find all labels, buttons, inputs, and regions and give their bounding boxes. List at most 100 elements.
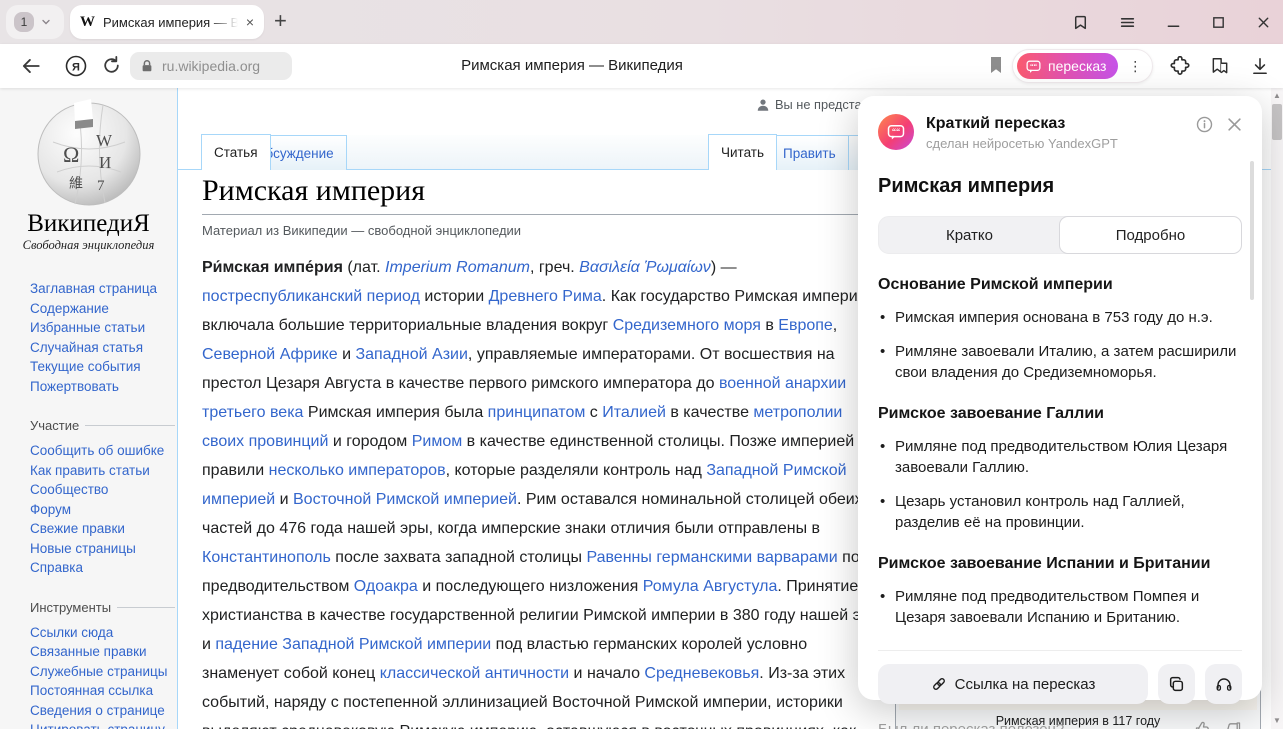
mode-tab-detailed[interactable]: Подробно	[1059, 216, 1242, 254]
article-link[interactable]: падение Западной Римской империи	[215, 636, 491, 653]
panel-article-title: Римская империя	[878, 175, 1242, 198]
sidebar-link[interactable]: Сведения о странице	[30, 701, 177, 721]
article-paragraph: Ри́мская импе́рия (лат. Imperium Romanum…	[202, 253, 882, 729]
article-link[interactable]: Равенны германскими варварами	[586, 549, 837, 566]
sidebar-link[interactable]: Новые страницы	[30, 539, 177, 559]
article-link[interactable]: Imperium Romanum	[385, 259, 530, 276]
article-link[interactable]: Ромула Августула	[643, 578, 778, 595]
wikipedia-globe-logo[interactable]: Ω W И 維 7	[33, 98, 145, 208]
collections-icon[interactable]	[1210, 56, 1230, 76]
copy-icon	[1168, 676, 1185, 693]
tab-edit[interactable]: Править	[770, 135, 849, 170]
listen-button[interactable]	[1205, 664, 1242, 704]
feedback-prompt: Был ли пересказ полезен?	[878, 721, 1064, 729]
quote-bubble-icon: ““	[1025, 58, 1042, 75]
chevron-down-icon	[40, 16, 52, 28]
article-link[interactable]: Западной Азии	[355, 346, 467, 363]
article-link[interactable]: Европе	[778, 317, 833, 334]
scrollbar-thumb[interactable]	[1272, 104, 1282, 140]
article-link[interactable]: Восточной Римской империей	[293, 491, 517, 508]
reload-icon[interactable]	[101, 55, 122, 76]
scroll-up-icon[interactable]: ▲	[1271, 88, 1283, 102]
extensions-icon[interactable]	[1170, 56, 1190, 76]
sidebar-link[interactable]: Связанные правки	[30, 642, 177, 662]
quote-bubble-icon: ““	[886, 122, 906, 142]
minimize-icon[interactable]	[1166, 15, 1181, 30]
article-link[interactable]: Βασιλεία Ῥωμαίων	[579, 259, 711, 276]
side-panel-icon[interactable]	[1072, 14, 1089, 31]
article-link[interactable]: классической античности	[380, 665, 569, 682]
tab-article[interactable]: Статья	[201, 134, 271, 170]
mode-switcher: Кратко Подробно	[878, 216, 1242, 254]
sidebar-link[interactable]: Постоянная ссылка	[30, 681, 177, 701]
address-bar[interactable]: ru.wikipedia.org	[130, 52, 292, 80]
sidebar-link[interactable]: Как править статьи	[30, 461, 177, 481]
svg-text:И: И	[99, 153, 111, 172]
close-panel-icon[interactable]	[1227, 117, 1242, 132]
sidebar-link[interactable]: Свежие правки	[30, 519, 177, 539]
info-icon[interactable]	[1196, 116, 1213, 133]
sidebar-link[interactable]: Пожертвовать	[30, 377, 177, 397]
tab-counter-button[interactable]: 1	[6, 5, 64, 39]
wikipedia-favicon: W	[80, 14, 95, 31]
sidebar-link[interactable]: Форум	[30, 500, 177, 520]
sidebar-link[interactable]: Справка	[30, 558, 177, 578]
copy-link-button[interactable]: Ссылка на пересказ	[878, 664, 1148, 704]
yandex-home-icon[interactable]: Я	[64, 54, 88, 78]
sidebar-link[interactable]: Ссылки сюда	[30, 623, 177, 643]
retell-button-label: пересказ	[1048, 58, 1106, 74]
article-link[interactable]: Древнего Рима	[489, 288, 602, 305]
svg-text:7: 7	[97, 178, 105, 194]
maximize-icon[interactable]	[1211, 15, 1226, 30]
sidebar-link[interactable]: Текущие события	[30, 357, 177, 377]
browser-tab[interactable]: W Римская империя — В ×	[70, 5, 264, 39]
bookmark-icon[interactable]	[988, 56, 1004, 74]
back-icon[interactable]	[20, 55, 42, 77]
sidebar-link[interactable]: Заглавная страница	[30, 279, 177, 299]
summary-bullet: Римляне под предводительством Юлия Цезар…	[878, 436, 1242, 478]
summary-bullet: Римская империя основана в 753 году до н…	[878, 307, 1242, 328]
sidebar-link[interactable]: Случайная статья	[30, 338, 177, 358]
article-link[interactable]: Средиземного моря	[613, 317, 761, 334]
scroll-down-icon[interactable]: ▼	[1271, 713, 1283, 727]
panel-divider	[878, 650, 1242, 651]
new-tab-button[interactable]: +	[274, 8, 287, 34]
article-link[interactable]: несколько императоров	[269, 462, 446, 479]
sidebar-link[interactable]: Служебные страницы	[30, 662, 177, 682]
sidebar-link[interactable]: Сообщить об ошибке	[30, 441, 177, 461]
tab-close-icon[interactable]: ×	[246, 15, 254, 29]
article-link[interactable]: Средневековья	[644, 665, 759, 682]
page-scrollbar[interactable]: ▲ ▼	[1271, 88, 1283, 729]
tab-read[interactable]: Читать	[708, 134, 777, 170]
thumbs-up-icon[interactable]	[1194, 720, 1212, 729]
article-link[interactable]: Римом	[412, 433, 463, 450]
menu-icon[interactable]	[1119, 14, 1136, 31]
copy-text-button[interactable]	[1158, 664, 1195, 704]
summary-bullet: Римляне завоевали Италию, а затем расшир…	[878, 341, 1242, 383]
sidebar-link[interactable]: Содержание	[30, 299, 177, 319]
article-link[interactable]: Северной Африке	[202, 346, 338, 363]
sidebar-link[interactable]: Сообщество	[30, 480, 177, 500]
thumbs-down-icon[interactable]	[1224, 720, 1242, 729]
retell-menu-icon[interactable]: ⋮	[1128, 64, 1142, 69]
mode-tab-brief[interactable]: Кратко	[879, 217, 1060, 253]
article-link[interactable]: Одоакра	[354, 578, 418, 595]
article-link[interactable]: постреспубликанский период	[202, 288, 420, 305]
close-window-icon[interactable]	[1256, 15, 1271, 30]
downloads-icon[interactable]	[1250, 56, 1270, 76]
summary-heading: Римское завоевание Испании и Британии	[878, 555, 1242, 573]
panel-title: Краткий пересказ	[926, 115, 1118, 133]
sidebar-link[interactable]: Цитировать страницу	[30, 720, 177, 729]
article-link[interactable]: принципатом	[488, 404, 586, 421]
article-link[interactable]: Италией	[602, 404, 666, 421]
article-link[interactable]: Константинополь	[202, 549, 331, 566]
panel-scrollbar[interactable]	[1250, 161, 1254, 300]
sidebar-link[interactable]: Избранные статьи	[30, 318, 177, 338]
headphones-icon	[1215, 675, 1233, 693]
wikipedia-wordmark[interactable]: ВикипедиЯ	[0, 210, 177, 238]
summary-heading: Основание Римской империи	[878, 276, 1242, 294]
sidebar-nav-tools: Ссылки сюда Связанные правки Служебные с…	[0, 623, 177, 729]
retell-button[interactable]: ““ пересказ	[1017, 53, 1118, 79]
svg-text:Я: Я	[72, 62, 80, 74]
sidebar-nav-participation: Сообщить об ошибке Как править статьи Со…	[0, 441, 177, 578]
